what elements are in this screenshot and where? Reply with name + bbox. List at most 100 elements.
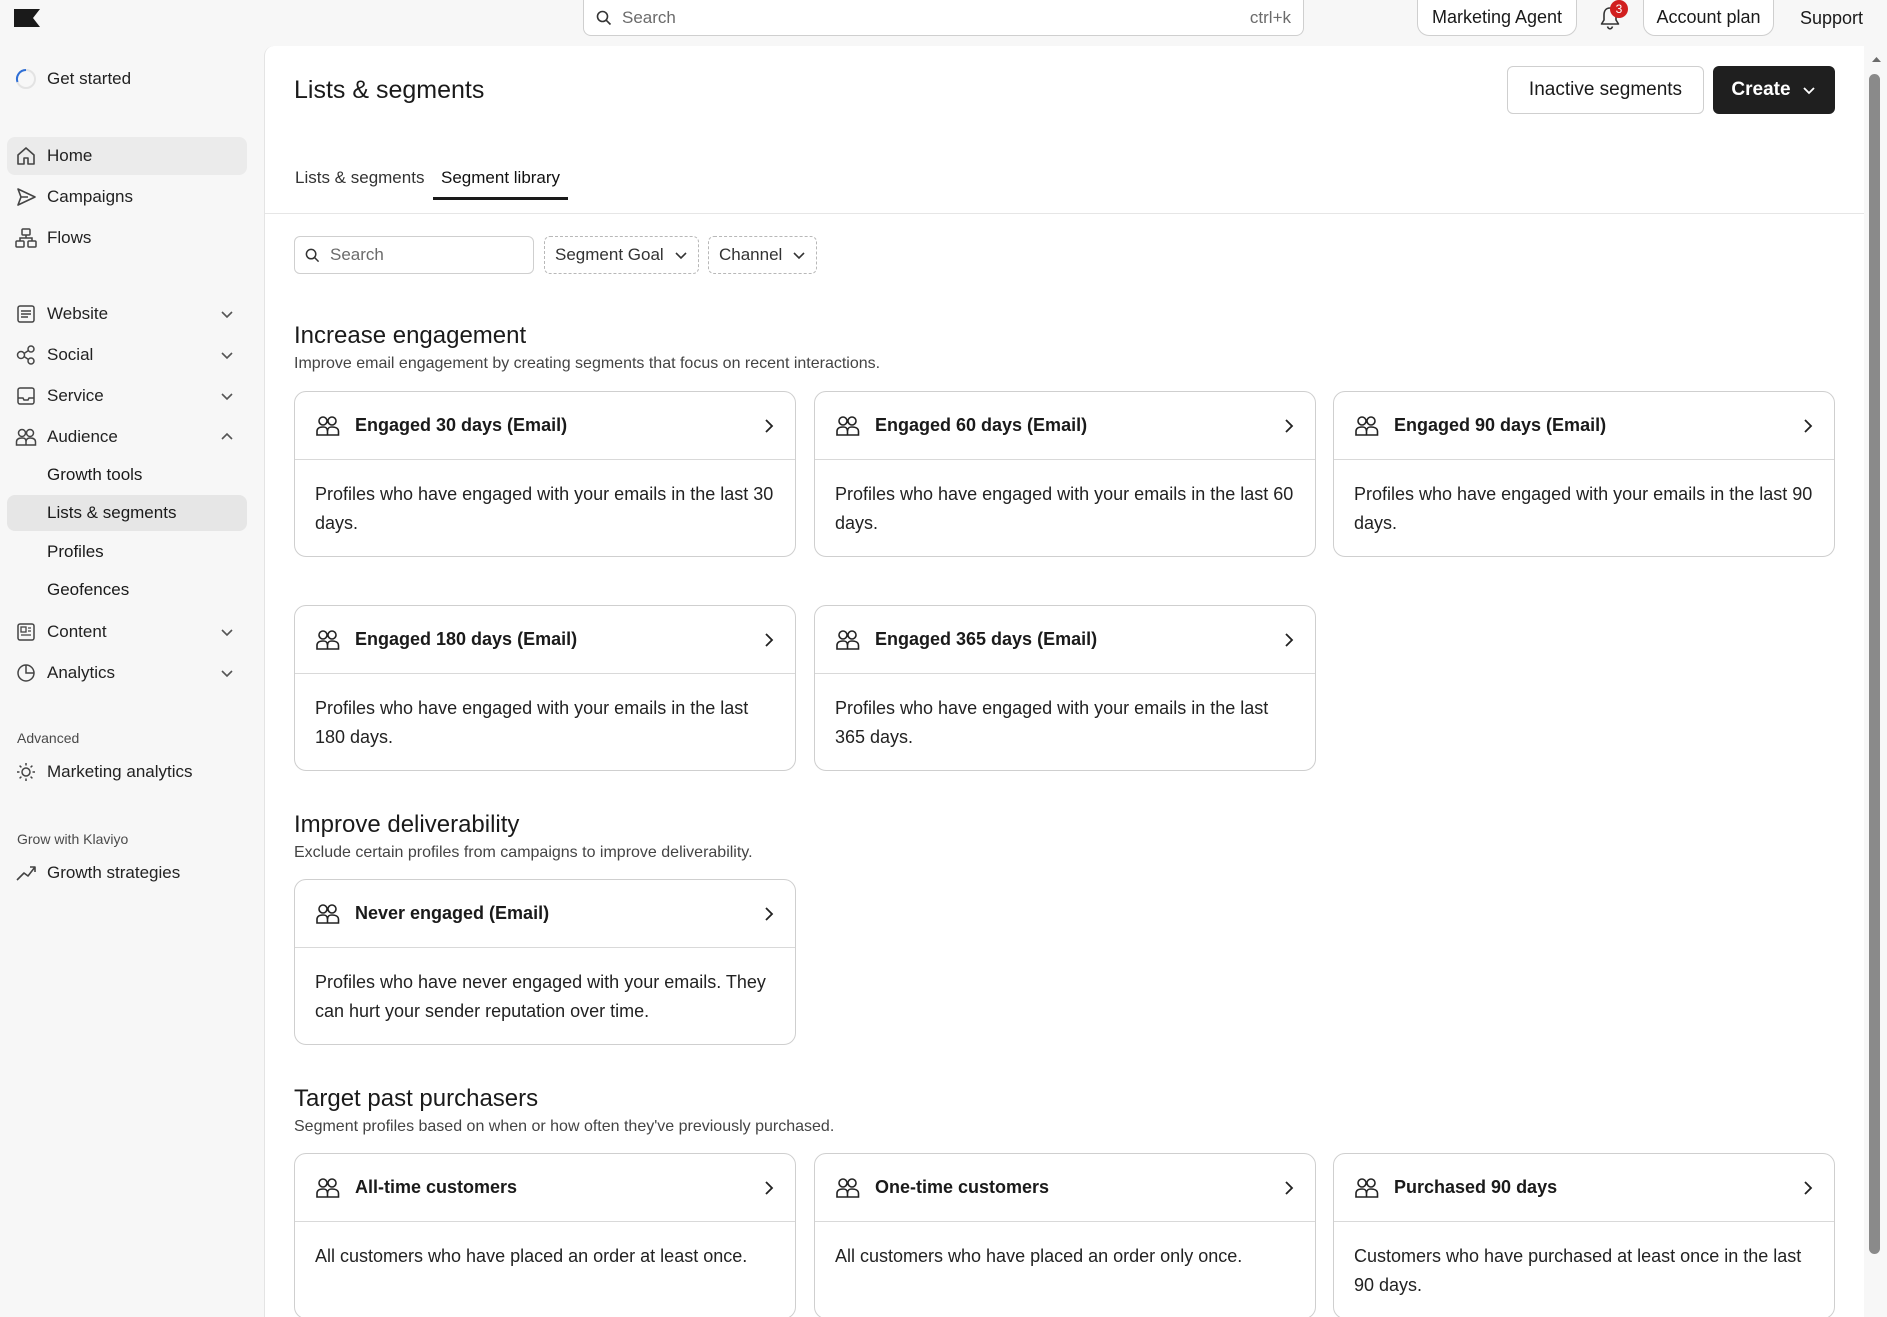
chevron-down-icon bbox=[221, 311, 233, 319]
support-link[interactable]: Support bbox=[1800, 8, 1863, 29]
segment-card-one-time-customers[interactable]: One-time customers All customers who hav… bbox=[814, 1153, 1316, 1317]
card-description: All customers who have placed an order o… bbox=[835, 1246, 1243, 1266]
tab-segment-library[interactable]: Segment library bbox=[433, 168, 569, 200]
sidebar-item-campaigns[interactable]: Campaigns bbox=[7, 178, 247, 216]
lightbulb-icon bbox=[13, 759, 39, 785]
search-icon bbox=[305, 248, 320, 262]
search-icon bbox=[596, 10, 612, 25]
sidebar-item-label: Home bbox=[47, 146, 93, 165]
scrollbar-thumb[interactable] bbox=[1869, 74, 1880, 1254]
sidebar-item-home[interactable]: Home bbox=[7, 137, 247, 175]
people-icon bbox=[836, 415, 860, 436]
chevron-right-icon bbox=[1804, 1180, 1813, 1195]
chevron-right-icon bbox=[1285, 1180, 1294, 1195]
sidebar-item-label: Get started bbox=[47, 69, 132, 88]
search-shortcut: ctrl+k bbox=[1249, 7, 1291, 27]
section-title-target-past-purchasers: Target past purchasers bbox=[294, 1085, 539, 1112]
segment-card-all-time-customers[interactable]: All-time customers All customers who hav… bbox=[294, 1153, 796, 1317]
segment-card-engaged-30[interactable]: Engaged 30 days (Email) Profiles who hav… bbox=[294, 391, 796, 557]
sidebar-sub-lists-segments[interactable]: Lists & segments bbox=[7, 495, 247, 531]
search-placeholder: Search bbox=[622, 7, 676, 27]
sidebar-item-marketing-analytics[interactable]: Marketing analytics bbox=[7, 753, 247, 791]
sidebar-sub-growth-tools[interactable]: Growth tools bbox=[7, 457, 247, 493]
sidebar-item-growth-strategies[interactable]: Growth strategies bbox=[7, 854, 247, 892]
card-title: Purchased 90 days bbox=[1394, 1177, 1558, 1197]
chevron-down-icon bbox=[221, 352, 233, 360]
segment-search-input[interactable]: Search bbox=[294, 236, 534, 274]
section-description: Improve email engagement by creating seg… bbox=[294, 355, 881, 372]
sidebar-item-label: Campaigns bbox=[47, 187, 133, 206]
sidebar-item-label: Social bbox=[47, 345, 94, 364]
card-title: One-time customers bbox=[875, 1177, 1050, 1197]
segment-card-engaged-90[interactable]: Engaged 90 days (Email) Profiles who hav… bbox=[1333, 391, 1835, 557]
account-plan-button[interactable]: Account plan bbox=[1643, 0, 1774, 36]
card-header: Engaged 180 days (Email) bbox=[295, 606, 795, 674]
segment-card-engaged-60[interactable]: Engaged 60 days (Email) Profiles who hav… bbox=[814, 391, 1316, 557]
chevron-right-icon bbox=[1804, 418, 1813, 433]
card-title: Never engaged (Email) bbox=[355, 903, 550, 923]
card-title: Engaged 30 days (Email) bbox=[355, 415, 568, 435]
sidebar-item-content[interactable]: Content bbox=[7, 613, 247, 651]
card-title: Engaged 365 days (Email) bbox=[875, 629, 1098, 649]
create-button-label: Create bbox=[1731, 79, 1791, 100]
inbox-icon bbox=[13, 383, 39, 409]
segment-card-never-engaged[interactable]: Never engaged (Email) Profiles who have … bbox=[294, 879, 796, 1045]
card-description: Profiles who have engaged with your emai… bbox=[835, 484, 1294, 533]
segment-card-engaged-365[interactable]: Engaged 365 days (Email) Profiles who ha… bbox=[814, 605, 1316, 771]
dropdown-label: Segment Goal bbox=[555, 245, 664, 264]
global-search-input[interactable]: Search ctrl+k bbox=[583, 0, 1304, 36]
website-icon bbox=[13, 301, 39, 327]
sidebar-sub-geofences[interactable]: Geofences bbox=[7, 572, 247, 608]
sidebar-item-analytics[interactable]: Analytics bbox=[7, 654, 247, 692]
sidebar-item-label: Service bbox=[47, 386, 104, 405]
marketing-agent-button[interactable]: Marketing Agent bbox=[1417, 0, 1577, 36]
sidebar-sub-profiles[interactable]: Profiles bbox=[7, 534, 247, 570]
section-description: Exclude certain profiles from campaigns … bbox=[294, 844, 753, 861]
channel-dropdown[interactable]: Channel bbox=[708, 236, 818, 274]
sidebar-item-flows[interactable]: Flows bbox=[7, 219, 247, 257]
people-icon bbox=[836, 1177, 860, 1198]
chevron-up-icon bbox=[221, 432, 233, 440]
card-title: Engaged 60 days (Email) bbox=[875, 415, 1088, 435]
segment-card-engaged-180[interactable]: Engaged 180 days (Email) Profiles who ha… bbox=[294, 605, 796, 771]
sidebar-item-social[interactable]: Social bbox=[7, 336, 247, 374]
sidebar: Get started Home Campaigns Flows Website… bbox=[0, 46, 264, 1317]
top-bar: Search ctrl+k Marketing Agent 3 Account … bbox=[0, 0, 1887, 46]
card-description: Profiles who have engaged with your emai… bbox=[835, 698, 1269, 747]
sidebar-item-service[interactable]: Service bbox=[7, 377, 247, 415]
sidebar-item-label: Content bbox=[47, 622, 107, 641]
sidebar-item-get-started[interactable]: Get started bbox=[7, 60, 247, 98]
scroll-up-arrow-icon[interactable] bbox=[1866, 52, 1887, 66]
sidebar-item-audience[interactable]: Audience bbox=[7, 418, 247, 456]
chevron-right-icon bbox=[1285, 632, 1294, 647]
card-title: Engaged 90 days (Email) bbox=[1394, 415, 1607, 435]
card-description: Profiles who have engaged with your emai… bbox=[1354, 484, 1813, 533]
section-title-increase-engagement: Increase engagement bbox=[294, 322, 527, 349]
chevron-down-icon bbox=[675, 252, 687, 260]
people-icon bbox=[316, 903, 340, 924]
sidebar-item-label: Audience bbox=[47, 427, 118, 446]
sidebar-item-label: Marketing analytics bbox=[47, 762, 193, 781]
card-header: Engaged 365 days (Email) bbox=[815, 606, 1315, 674]
section-description: Segment profiles based on when or how of… bbox=[294, 1118, 835, 1135]
home-icon bbox=[13, 143, 39, 169]
audience-icon bbox=[13, 424, 39, 450]
card-header: Never engaged (Email) bbox=[295, 880, 795, 948]
sidebar-item-label: Website bbox=[47, 304, 109, 323]
segment-goal-dropdown[interactable]: Segment Goal bbox=[544, 236, 699, 274]
tab-lists-segments[interactable]: Lists & segments bbox=[295, 168, 424, 200]
card-header: All-time customers bbox=[295, 1154, 795, 1222]
card-title: Engaged 180 days (Email) bbox=[355, 629, 578, 649]
card-title: All-time customers bbox=[355, 1177, 518, 1197]
chevron-down-icon bbox=[221, 629, 233, 637]
card-header: Purchased 90 days bbox=[1334, 1154, 1834, 1222]
create-button[interactable]: Create bbox=[1713, 66, 1835, 114]
section-title-improve-deliverability: Improve deliverability bbox=[294, 811, 520, 838]
chevron-right-icon bbox=[765, 418, 774, 433]
inactive-segments-button[interactable]: Inactive segments bbox=[1507, 66, 1704, 114]
sidebar-item-website[interactable]: Website bbox=[7, 295, 247, 333]
klaviyo-logo-icon[interactable] bbox=[14, 9, 40, 27]
card-description: Profiles who have never engaged with you… bbox=[315, 972, 766, 1021]
card-description: Customers who have purchased at least on… bbox=[1354, 1246, 1802, 1295]
segment-card-purchased-90-days[interactable]: Purchased 90 days Customers who have pur… bbox=[1333, 1153, 1835, 1317]
